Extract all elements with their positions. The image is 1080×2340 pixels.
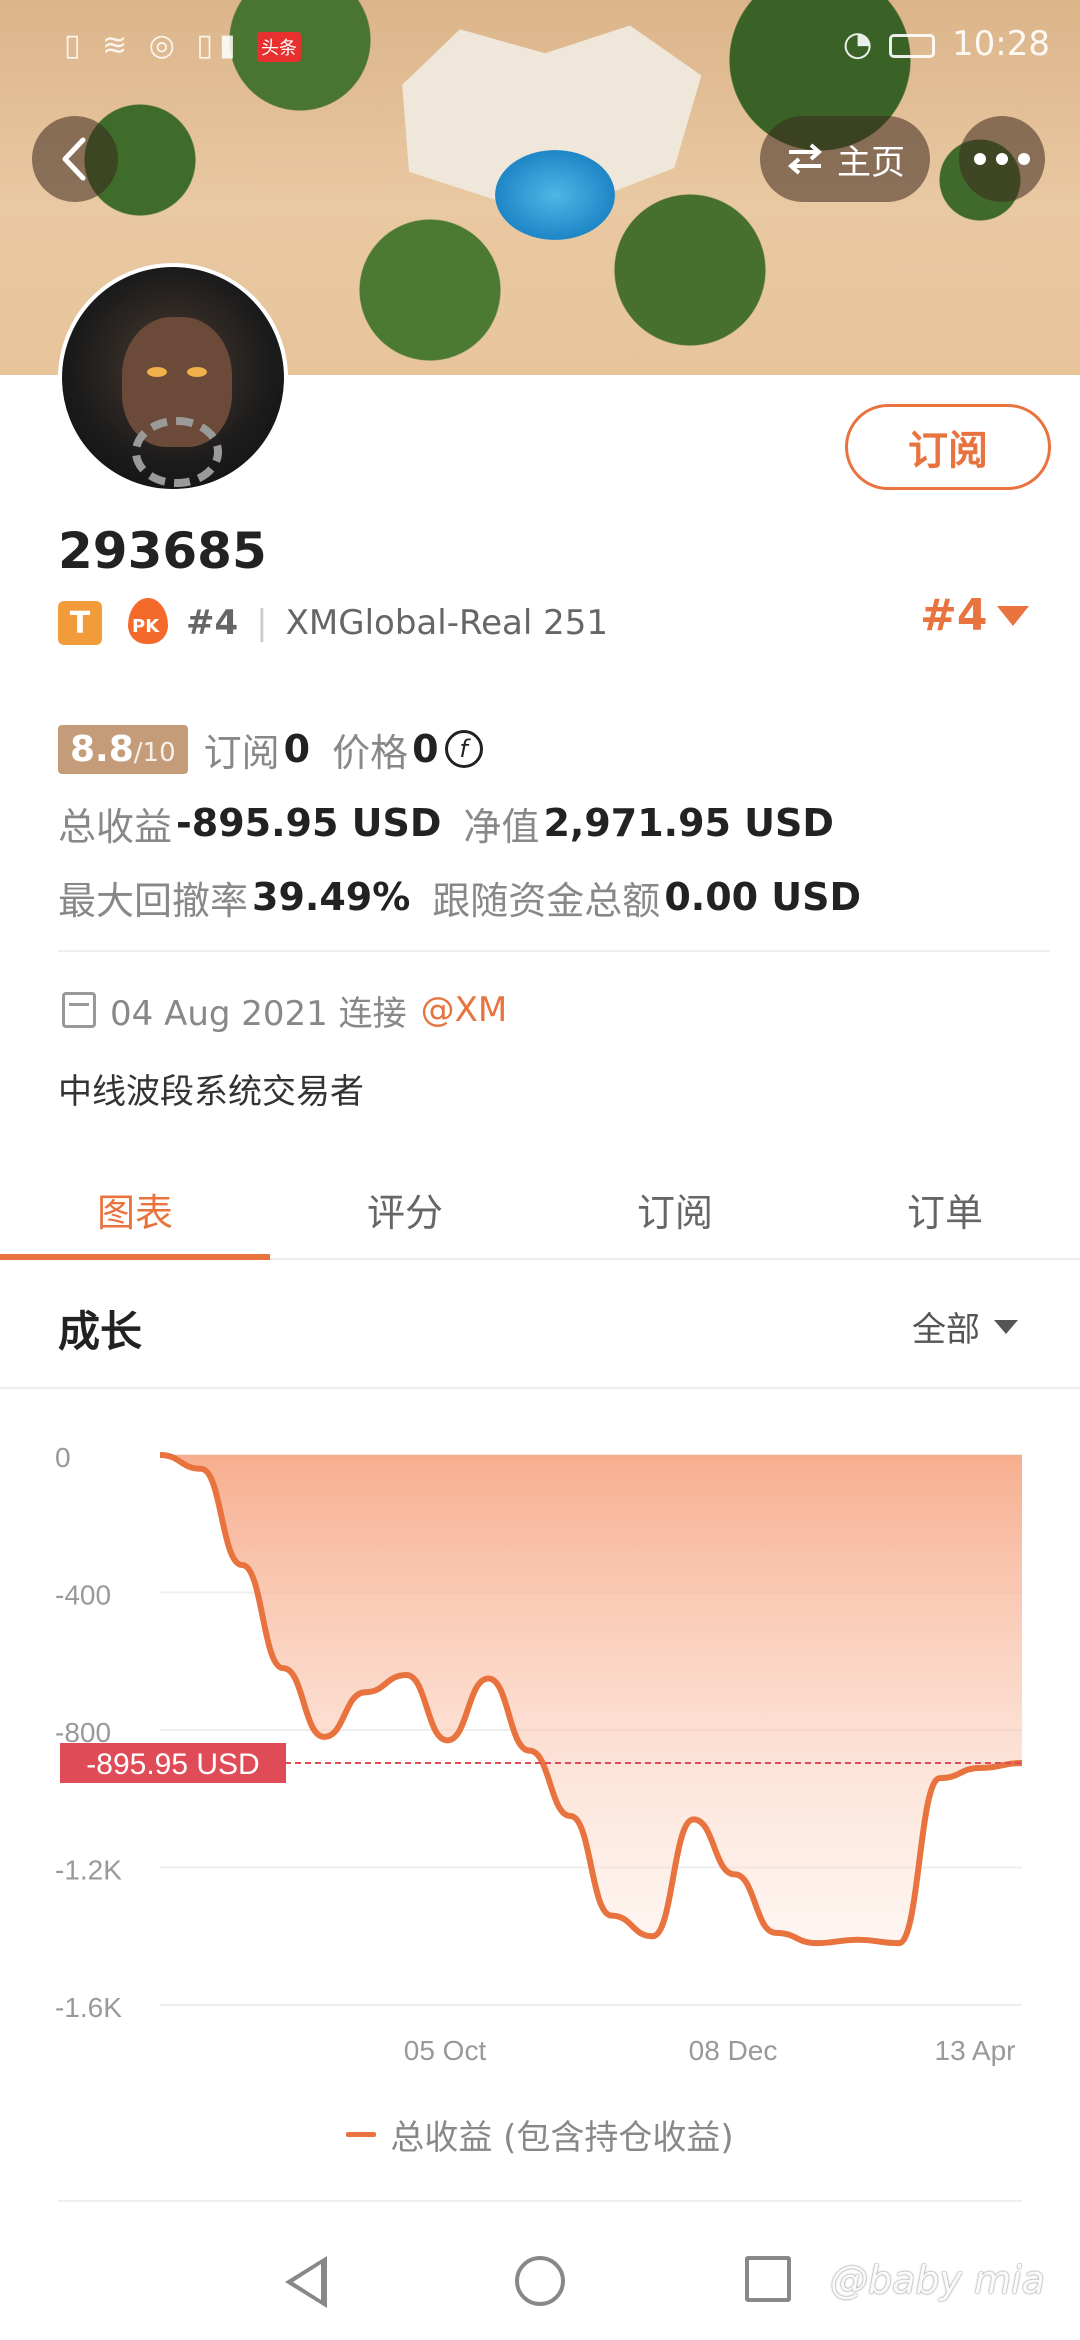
stat-line-score: 8.8/10 订阅 0 价格 0 f <box>58 712 1048 786</box>
range-filter-label: 全部 <box>912 1310 980 1350</box>
y-tick-label: 0 <box>55 1442 71 1473</box>
score-value: 8.8 <box>70 728 134 770</box>
x-tick-label: 13 Apr <box>935 2035 1016 2066</box>
current-value-label: -895.95 USD <box>86 1748 259 1781</box>
back-button[interactable] <box>32 116 118 202</box>
watermark: @baby mia <box>830 2258 1045 2302</box>
coin-icon: f <box>444 730 483 768</box>
separator: | <box>256 603 268 643</box>
tier-badge: T <box>58 601 102 645</box>
badge-row: T PK #4 | XMGlobal-Real 251 <box>58 595 608 651</box>
nav-home-icon[interactable] <box>515 2256 565 2306</box>
pk-label: PK <box>132 616 160 637</box>
connect-date-row: 04 Aug 2021 连接 @XM <box>62 985 507 1035</box>
legend-label: 总收益 (包含持仓收益) <box>390 2118 734 2158</box>
tab-rating[interactable]: 评分 <box>270 1160 540 1258</box>
username: 293685 <box>58 522 267 580</box>
subscriptions-label: 订阅 <box>203 730 280 775</box>
more-button[interactable] <box>959 116 1045 202</box>
total-profit-value: -895.95 USD <box>176 801 442 845</box>
max-drawdown-label: 最大回撤率 <box>58 878 249 923</box>
price-label: 价格 <box>332 730 409 775</box>
caret-down-icon <box>994 1319 1018 1334</box>
connect-date: 04 Aug 2021 连接 <box>110 993 407 1034</box>
net-value-label: 净值 <box>463 804 540 849</box>
system-nav-bar: @baby mia <box>0 2220 1080 2340</box>
tab-chart[interactable]: 图表 <box>0 1160 270 1260</box>
status-icons-left: ▯ ≋ ◎ ▯▮ 头条 <box>64 28 301 63</box>
y-tick-label: -1.6K <box>55 1992 122 2023</box>
more-dots-icon <box>974 153 1030 165</box>
caret-down-icon <box>997 605 1030 626</box>
avatar-eye <box>147 367 167 377</box>
growth-chart-svg: 0-400-800-1.2K-1.6K 05 Oct 08 Dec 13 Apr -… <box>55 1442 1023 2066</box>
rank-dropdown[interactable]: #4 <box>920 590 1030 641</box>
net-value-value: 2,971.95 USD <box>543 801 834 845</box>
stats-panel: 8.8/10 订阅 0 价格 0 f 总收益 -895.95 USD 净值 2,… <box>58 712 1048 934</box>
score-max: /10 <box>133 737 176 768</box>
y-tick-label: -1.2K <box>55 1855 122 1886</box>
pk-fire-icon: PK <box>124 598 174 648</box>
range-filter-dropdown[interactable]: 全部 <box>912 1302 1018 1351</box>
news-badge: 头条 <box>256 31 301 62</box>
follow-funds-value: 0.00 USD <box>664 875 862 919</box>
legend-swatch <box>346 2132 377 2137</box>
divider <box>58 2200 1022 2202</box>
y-tick-label: -400 <box>55 1580 111 1611</box>
stat-line-drawdown: 最大回撤率 39.49% 跟随资金总额 0.00 USD <box>58 860 1048 934</box>
score-badge: 8.8/10 <box>58 724 188 774</box>
divider <box>58 950 1050 952</box>
speed-icon: ◔ <box>842 24 873 64</box>
banner-pool-image <box>495 150 615 240</box>
broker-link[interactable]: @XM <box>421 990 508 1030</box>
stat-line-profit: 总收益 -895.95 USD 净值 2,971.95 USD <box>58 786 1048 860</box>
x-tick-label: 05 Oct <box>404 2035 487 2066</box>
status-icons-right: ◔ 10:28 <box>843 24 1050 64</box>
follow-funds-label: 跟随资金总额 <box>432 878 661 923</box>
nav-back-icon[interactable] <box>285 2256 327 2308</box>
avatar-eye <box>187 367 207 377</box>
avatar[interactable] <box>58 263 288 493</box>
home-button[interactable]: 主页 <box>760 116 930 202</box>
section-title: 成长 <box>58 1307 143 1356</box>
pk-rank: #4 <box>186 603 239 643</box>
server-name: XMGlobal-Real 251 <box>285 603 608 643</box>
total-profit-label: 总收益 <box>58 804 173 849</box>
divider <box>0 1387 1080 1389</box>
bio-text: 中线波段系统交易者 <box>58 1072 364 1112</box>
avatar-chain <box>132 417 222 487</box>
growth-chart[interactable]: 0 -400 -800 -1.2K -1.6K 05 Oct 08 Dec 13 Apr -… <box>0 1400 1080 2120</box>
battery-icon <box>889 33 936 58</box>
chart-legend: 总收益 (包含持仓收益) <box>0 2110 1080 2159</box>
rank-value: #4 <box>920 590 988 641</box>
tab-bar: 图表 评分 订阅 订单 <box>0 1160 1080 1260</box>
nav-recent-apps-icon[interactable] <box>745 2256 791 2302</box>
clock-time: 10:28 <box>952 24 1050 64</box>
subscriptions-value: 0 <box>283 727 311 771</box>
chevron-left-icon <box>62 137 86 181</box>
status-bar: ▯ ≋ ◎ ▯▮ 头条 ◔ 10:28 <box>0 0 1080 90</box>
tab-orders[interactable]: 订单 <box>810 1160 1080 1258</box>
x-tick-label: 08 Dec <box>689 2035 778 2066</box>
tab-subscriptions[interactable]: 订阅 <box>540 1160 810 1258</box>
price-value: 0 <box>412 727 439 771</box>
swap-arrows-icon <box>787 143 823 175</box>
home-button-label: 主页 <box>837 142 905 183</box>
max-drawdown-value: 39.49% <box>252 875 411 919</box>
subscribe-button[interactable]: 订阅 <box>845 404 1051 490</box>
calendar-icon <box>62 992 96 1028</box>
